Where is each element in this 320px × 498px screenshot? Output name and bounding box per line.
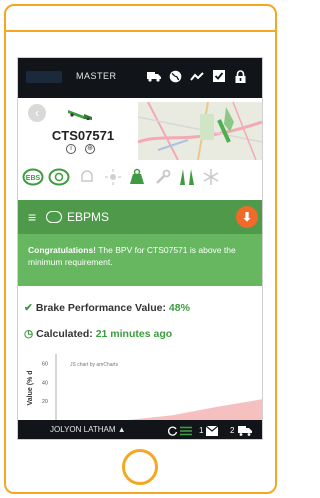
user-menu[interactable]: JOLYON LATHAM ▲ bbox=[50, 425, 126, 434]
app-header: MASTER bbox=[18, 58, 262, 98]
location-map[interactable] bbox=[138, 102, 262, 160]
svg-text:EBS: EBS bbox=[26, 175, 41, 182]
vehicle-truck-icon bbox=[68, 110, 92, 120]
load-weight-icon[interactable] bbox=[126, 166, 148, 188]
device-top-bezel bbox=[4, 4, 277, 32]
ebpms-header: ≡ EBPMS ⬇ bbox=[18, 200, 262, 234]
mail-icon[interactable] bbox=[206, 424, 218, 437]
settings-icon[interactable]: ⊕ bbox=[85, 144, 95, 154]
download-button[interactable]: ⬇ bbox=[236, 206, 258, 228]
calculated-label: Calculated: bbox=[36, 328, 93, 340]
globe-icon[interactable] bbox=[167, 68, 183, 84]
ebs-status-icon[interactable]: EBS bbox=[22, 166, 44, 188]
bpv-chart-svg: Value (% d 60 40 20 JS chart by amCharts bbox=[27, 354, 262, 420]
bpv-value: 48% bbox=[168, 302, 190, 314]
truck-count: 2 bbox=[230, 426, 235, 435]
chart-y-tick-label: 20 bbox=[42, 399, 48, 405]
chart-line-icon[interactable] bbox=[189, 68, 205, 84]
mode-label: MASTER bbox=[76, 71, 117, 81]
mail-count: 1 bbox=[199, 426, 204, 435]
info-icon[interactable]: i bbox=[66, 144, 76, 154]
chart-credit: JS chart by amCharts bbox=[70, 362, 119, 368]
snowflake-icon[interactable] bbox=[200, 166, 222, 188]
home-button[interactable] bbox=[122, 449, 158, 485]
brand-logo bbox=[26, 71, 62, 83]
app-screen: MASTER ‹ CTS07571 i ⊕ EBS ≡ EBPMS ⬇ Cong… bbox=[17, 57, 263, 440]
congratulations-banner: Congratulations! The BPV for CTS07571 is… bbox=[18, 234, 262, 286]
lock-icon[interactable] bbox=[232, 68, 248, 84]
check-icon: ✔ bbox=[24, 302, 33, 314]
app-footer: JOLYON LATHAM ▲ 1 2 bbox=[18, 420, 262, 439]
bell-icon[interactable] bbox=[76, 166, 98, 188]
chart-y-tick-label: 60 bbox=[42, 361, 48, 367]
chart-area-series bbox=[128, 399, 262, 420]
checkbox-icon[interactable] bbox=[211, 68, 227, 84]
vehicle-panel: ‹ CTS07571 i ⊕ EBS bbox=[18, 98, 262, 198]
wrench-icon[interactable] bbox=[152, 166, 174, 188]
status-icon-row: EBS bbox=[18, 164, 262, 190]
congratulations-title: Congratulations! bbox=[28, 245, 96, 255]
chart-y-tick-label: 40 bbox=[42, 380, 48, 386]
chart-y-axis-title: Value (% d bbox=[27, 370, 34, 405]
footer-truck-icon[interactable] bbox=[238, 424, 252, 437]
vehicle-name: CTS07571 bbox=[51, 128, 115, 143]
calculated-value: 21 minutes ago bbox=[95, 328, 173, 340]
road-icon[interactable] bbox=[176, 166, 198, 188]
truck-icon[interactable] bbox=[146, 68, 162, 84]
back-button[interactable]: ‹ bbox=[28, 104, 46, 122]
calculated-row: ◷ Calculated: 21 minutes ago bbox=[24, 328, 172, 340]
clock-icon: ◷ bbox=[24, 328, 34, 340]
refresh-icon[interactable] bbox=[168, 424, 178, 437]
ebpms-title: EBPMS bbox=[67, 210, 110, 224]
bpv-label: Brake Performance Value: bbox=[35, 302, 166, 314]
bpv-row: ✔ Brake Performance Value: 48% bbox=[24, 302, 190, 314]
brake-status-icon[interactable] bbox=[48, 166, 70, 188]
menu-icon[interactable]: ≡ bbox=[28, 209, 36, 225]
ebpms-logo-icon bbox=[46, 211, 62, 223]
light-icon[interactable] bbox=[102, 166, 124, 188]
list-icon[interactable] bbox=[180, 424, 192, 437]
bpv-chart: Value (% d 60 40 20 JS chart by amCharts bbox=[18, 348, 262, 420]
